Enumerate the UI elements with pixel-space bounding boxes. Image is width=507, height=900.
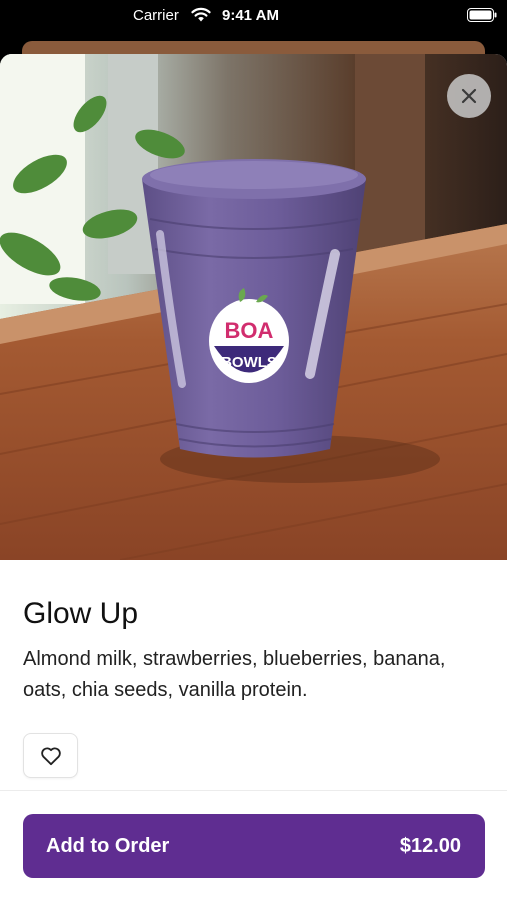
add-to-order-label: Add to Order — [46, 835, 170, 857]
add-to-order-button[interactable]: Add to Order $12.00 — [23, 814, 485, 878]
wifi-icon — [191, 7, 211, 22]
svg-text:BOWLS: BOWLS — [221, 354, 277, 371]
status-bar: Carrier 9:41 AM — [0, 0, 507, 34]
favorite-button[interactable] — [23, 733, 78, 778]
price-label: $12.00 — [399, 835, 461, 857]
close-button[interactable] — [447, 74, 491, 118]
close-icon — [461, 88, 477, 104]
battery-icon — [467, 8, 497, 22]
product-image: BOA BOWLS — [0, 54, 507, 560]
product-description: Almond milk, strawberries, blueberries, … — [23, 648, 446, 701]
product-title: Glow Up — [23, 597, 139, 630]
app-screen: Carrier 9:41 AM BOA BOWLS Glow Up Almond… — [0, 0, 507, 900]
carrier-label: Carrier — [133, 7, 179, 24]
product-detail-sheet: BOA BOWLS Glow Up Almond milk, strawberr… — [0, 54, 507, 900]
divider — [0, 790, 507, 791]
status-time: 9:41 AM — [222, 7, 279, 24]
heart-icon — [40, 747, 61, 765]
svg-text:BOA: BOA — [225, 318, 274, 343]
